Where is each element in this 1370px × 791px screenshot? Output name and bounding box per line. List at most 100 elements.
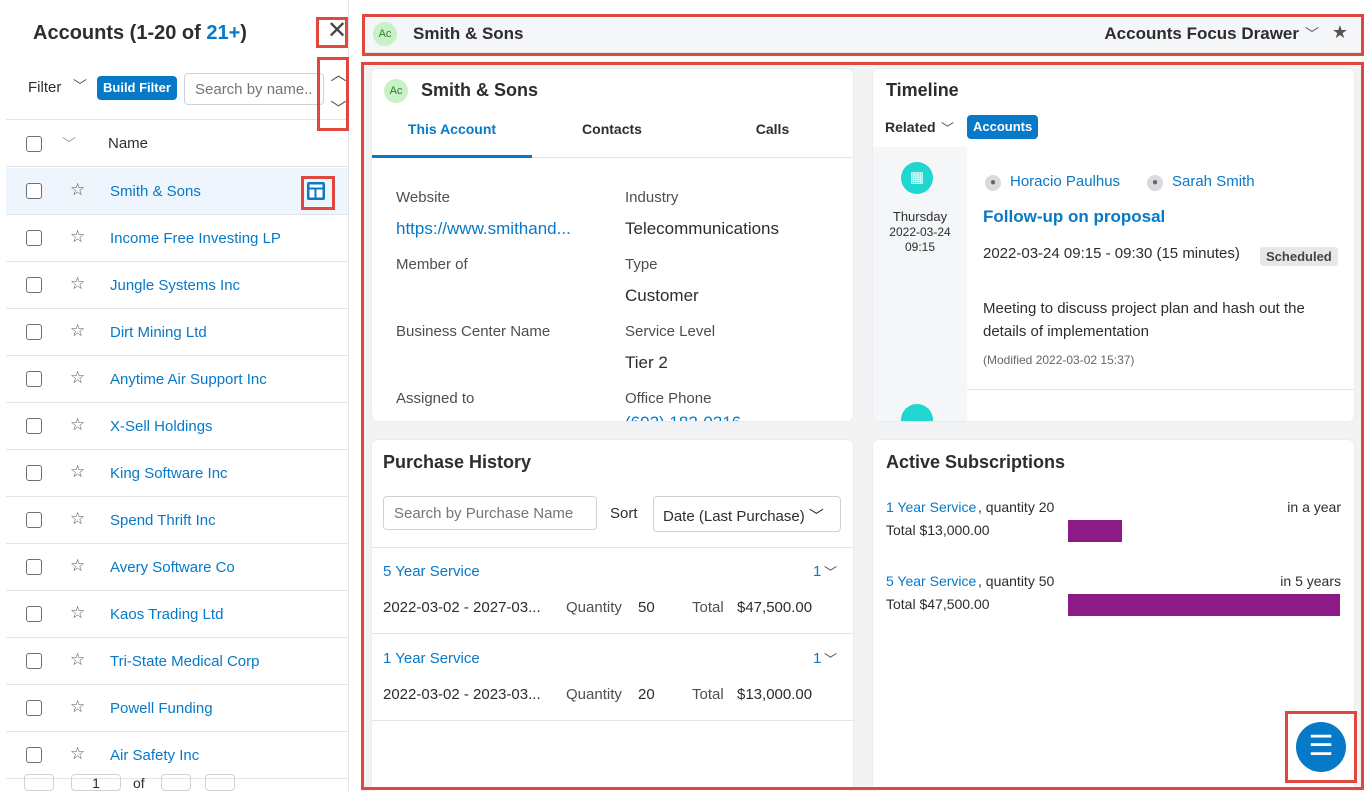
list-item[interactable]: ☆ Income Free Investing LP: [6, 215, 348, 262]
list-item[interactable]: ☆ X-Sell Holdings: [6, 403, 348, 450]
next-page-button[interactable]: [205, 774, 235, 791]
list-item[interactable]: ☆ Anytime Air Support Inc: [6, 356, 348, 403]
mass-action-chevron-icon[interactable]: ﹀: [62, 134, 76, 154]
row-checkbox[interactable]: [26, 747, 42, 763]
star-icon[interactable]: ☆: [70, 650, 85, 670]
star-icon[interactable]: ☆: [70, 321, 85, 341]
row-checkbox[interactable]: [26, 559, 42, 575]
account-name-link[interactable]: Income Free Investing LP: [110, 230, 281, 247]
account-name-link[interactable]: Kaos Trading Ltd: [110, 606, 223, 623]
select-all-checkbox[interactable]: [26, 136, 42, 152]
chevron-up-icon[interactable]: ︿: [323, 59, 348, 93]
row-checkbox[interactable]: [26, 465, 42, 481]
star-icon[interactable]: ☆: [70, 744, 85, 764]
purchase-search-input[interactable]: [383, 496, 597, 530]
filter-dropdown[interactable]: Filter: [28, 79, 61, 96]
subscription-bar: [1068, 520, 1122, 542]
star-icon[interactable]: ☆: [70, 227, 85, 247]
active-tab-indicator: [372, 155, 532, 158]
filter-row: Filter ﹀ Build Filter: [6, 70, 348, 110]
row-checkbox[interactable]: [26, 324, 42, 340]
account-name-link[interactable]: Powell Funding: [110, 700, 213, 717]
list-item[interactable]: ☆ Dirt Mining Ltd: [6, 309, 348, 356]
account-name-link[interactable]: X-Sell Holdings: [110, 418, 213, 435]
event-person-2[interactable]: Sarah Smith: [1172, 173, 1255, 190]
menu-icon[interactable]: ☰: [1296, 722, 1346, 772]
star-icon[interactable]: ★: [1332, 22, 1348, 43]
account-name-link[interactable]: Anytime Air Support Inc: [110, 371, 267, 388]
chevron-down-icon[interactable]: ﹀: [824, 562, 837, 581]
star-icon[interactable]: ☆: [70, 368, 85, 388]
event-subject[interactable]: Follow-up on proposal: [983, 207, 1165, 227]
sort-label: Sort: [610, 505, 638, 522]
type-value: Customer: [625, 286, 699, 305]
account-name-link[interactable]: Air Safety Inc: [110, 747, 199, 764]
build-filter-button[interactable]: Build Filter: [97, 76, 177, 100]
row-checkbox[interactable]: [26, 418, 42, 434]
star-icon[interactable]: ☆: [70, 556, 85, 576]
account-name-link[interactable]: Jungle Systems Inc: [110, 277, 240, 294]
list-item[interactable]: ☆ Powell Funding: [6, 685, 348, 732]
office-phone-link[interactable]: (602) 182-0216: [625, 413, 741, 421]
row-checkbox[interactable]: [26, 183, 42, 199]
tab-this-account[interactable]: This Account: [372, 121, 532, 137]
purchase-count[interactable]: 1: [813, 650, 821, 667]
list-item[interactable]: ☆ Smith & Sons: [6, 168, 348, 215]
prev-page-button[interactable]: [24, 774, 54, 791]
type-label: Type: [625, 256, 658, 273]
event-person-1[interactable]: Horacio Paulhus: [1010, 173, 1120, 190]
chevron-down-icon[interactable]: ﹀: [941, 118, 954, 137]
star-icon[interactable]: ☆: [70, 509, 85, 529]
purchase-name[interactable]: 1 Year Service: [383, 650, 480, 667]
list-item[interactable]: ☆ Tri-State Medical Corp: [6, 638, 348, 685]
list-item[interactable]: ☆ Avery Software Co: [6, 544, 348, 591]
subscription-quantity: , quantity 50: [978, 573, 1055, 589]
account-name-link[interactable]: Dirt Mining Ltd: [110, 324, 207, 341]
row-checkbox[interactable]: [26, 230, 42, 246]
row-checkbox[interactable]: [26, 371, 42, 387]
account-name-link[interactable]: Spend Thrift Inc: [110, 512, 216, 529]
row-checkbox[interactable]: [26, 606, 42, 622]
close-icon[interactable]: ✕: [322, 17, 348, 47]
business-center-label: Business Center Name: [396, 323, 551, 340]
subscription-name[interactable]: 1 Year Service: [886, 499, 976, 515]
list-item[interactable]: ☆ Jungle Systems Inc: [6, 262, 348, 309]
account-name-link[interactable]: Avery Software Co: [110, 559, 235, 576]
chevron-down-icon[interactable]: ﹀: [73, 76, 87, 96]
row-checkbox[interactable]: [26, 277, 42, 293]
website-link[interactable]: https://www.smithand...: [396, 219, 571, 239]
column-name[interactable]: Name: [108, 135, 148, 152]
sort-select[interactable]: Date (Last Purchase) ﹀: [653, 496, 841, 532]
module-chip[interactable]: Accounts: [967, 115, 1039, 139]
star-icon[interactable]: ☆: [70, 697, 85, 717]
account-card-title[interactable]: Smith & Sons: [421, 80, 538, 101]
related-dropdown[interactable]: Related: [885, 119, 936, 135]
star-icon[interactable]: ☆: [70, 415, 85, 435]
row-checkbox[interactable]: [26, 653, 42, 669]
preview-icon[interactable]: [306, 181, 326, 201]
star-icon[interactable]: ☆: [70, 603, 85, 623]
purchase-item: 1 Year Service 1 ﹀ 2022-03-02 - 2023-03.…: [372, 635, 853, 721]
tab-calls[interactable]: Calls: [692, 121, 853, 137]
row-checkbox[interactable]: [26, 512, 42, 528]
star-icon[interactable]: ☆: [70, 462, 85, 482]
subscription-name[interactable]: 5 Year Service: [886, 573, 976, 589]
list-item[interactable]: ☆ Kaos Trading Ltd: [6, 591, 348, 638]
page-input[interactable]: 1: [71, 774, 121, 791]
list-item[interactable]: ☆ Spend Thrift Inc: [6, 497, 348, 544]
chevron-down-icon[interactable]: ﹀: [1305, 24, 1319, 44]
drawer-title[interactable]: Accounts Focus Drawer: [1104, 24, 1299, 44]
purchase-name[interactable]: 5 Year Service: [383, 563, 480, 580]
row-checkbox[interactable]: [26, 700, 42, 716]
account-name-link[interactable]: King Software Inc: [110, 465, 228, 482]
account-name-link[interactable]: Smith & Sons: [110, 183, 201, 200]
purchase-count[interactable]: 1: [813, 563, 821, 580]
website-label: Website: [396, 189, 450, 206]
star-icon[interactable]: ☆: [70, 274, 85, 294]
chevron-down-icon[interactable]: ﹀: [824, 649, 837, 668]
star-icon[interactable]: ☆: [70, 180, 85, 200]
account-name-link[interactable]: Tri-State Medical Corp: [110, 653, 260, 670]
list-item[interactable]: ☆ King Software Inc: [6, 450, 348, 497]
search-input[interactable]: [184, 73, 324, 105]
tab-contacts[interactable]: Contacts: [532, 121, 692, 137]
